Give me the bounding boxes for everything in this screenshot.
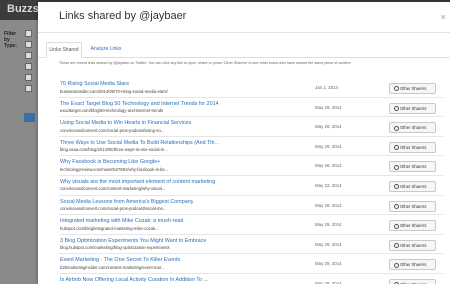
link-title[interactable]: 3 Blog Optimization Experiments You Migh… (60, 238, 206, 244)
filter-label: Filter by Type: (4, 31, 17, 49)
link-title[interactable]: Using Social Media to Win Hearts in Fina… (60, 120, 191, 126)
tab-links-shared[interactable]: Links Shared (46, 42, 82, 58)
search-icon (394, 105, 399, 111)
modal-tabs: Links Shared Analyze Links (38, 42, 450, 58)
search-icon (394, 164, 399, 170)
link-date: Jan 1, 2014 (315, 85, 338, 90)
link-date: May 29, 2014 (315, 241, 342, 247)
filter-checkbox[interactable] (25, 41, 32, 48)
link-date: May 29, 2014 (315, 202, 342, 208)
modal-header: Links shared by @jaybaer × (38, 2, 450, 33)
background-button[interactable] (24, 113, 35, 122)
link-url: convinceandconvert.com/social-pros-podca… (60, 206, 167, 212)
search-icon (394, 262, 399, 268)
link-title[interactable]: Event Marketing - The One Secret To Kill… (60, 257, 180, 263)
list-item: Why Facebook is Becoming Like Google+ tec… (59, 155, 443, 175)
close-icon[interactable]: × (441, 12, 446, 22)
search-icon (394, 223, 399, 229)
link-title[interactable]: The Exact Target Blog 50 Technology and … (60, 101, 219, 107)
other-sharers-button[interactable]: Other Sharers (389, 141, 436, 153)
other-sharers-label: Other Sharers (400, 203, 427, 209)
link-date: May 29, 2014 (315, 143, 342, 149)
link-url: b2bmarketinginsider.com/content-marketin… (60, 264, 165, 270)
link-url: technologyreview.com/news/527891/why-fac… (60, 166, 169, 172)
list-item: Using Social Media to Win Hearts in Fina… (59, 116, 443, 136)
other-sharers-label: Other Sharers (400, 223, 427, 229)
link-url: exacttarget.com/blog/50-technology-and-i… (60, 108, 164, 114)
search-icon (394, 125, 399, 131)
link-url: blog.hubspot.com/marketing/blog-optimiza… (60, 245, 170, 251)
other-sharers-label: Other Sharers (400, 183, 427, 189)
list-item: Three Ways to Use Social Media To Build … (59, 135, 443, 156)
link-title[interactable]: Why visuals are the most important eleme… (60, 179, 215, 185)
other-sharers-label: Other Sharers (400, 144, 427, 150)
other-sharers-button[interactable]: Other Sharers (389, 220, 436, 232)
link-title[interactable]: Social Media Lessons from America's Bigg… (60, 199, 193, 205)
search-icon (394, 184, 399, 190)
search-icon (394, 243, 399, 249)
other-sharers-button[interactable]: Other Sharers (389, 180, 436, 192)
link-title[interactable]: 70 Rising Social Media Stars (60, 81, 129, 87)
link-url: businessinsider.com/2014/06/70-rising-so… (60, 88, 168, 94)
other-sharers-label: Other Sharers (400, 86, 427, 91)
search-icon (394, 203, 399, 209)
list-item: The Exact Target Blog 50 Technology and … (59, 96, 443, 117)
other-sharers-label: Other Sharers (400, 164, 427, 170)
other-sharers-button[interactable]: Other Sharers (389, 239, 436, 251)
other-sharers-button[interactable]: Other Sharers (389, 278, 436, 284)
filter-checkbox[interactable] (25, 85, 32, 92)
other-sharers-label: Other Sharers (400, 242, 427, 248)
link-url: hubspot.com/blog/integrated-marketing-mi… (60, 225, 159, 231)
other-sharers-button[interactable]: Other Sharers (389, 200, 436, 212)
other-sharers-button[interactable]: Other Sharers (389, 122, 436, 134)
link-title[interactable]: Why Facebook is Becoming Like Google+ (60, 159, 160, 165)
link-title[interactable]: Integrated marketing with Mike Cozak: a … (60, 218, 183, 224)
link-title[interactable]: Three Ways to Use Social Media To Build … (60, 140, 219, 146)
link-date: May 29, 2014 (315, 104, 342, 110)
link-url: convinceandconvert.com/content-marketing… (60, 186, 166, 192)
modal-title: Links shared by @jaybaer (59, 10, 187, 22)
modal-description: These are recent links shared by @jaybae… (59, 61, 352, 65)
filter-checkbox[interactable] (25, 52, 32, 59)
link-date: May 29, 2014 (315, 222, 342, 228)
list-item: 70 Rising Social Media Stars businessinsi… (59, 78, 443, 97)
other-sharers-button[interactable]: Other Sharers (389, 102, 436, 114)
link-date: May 29, 2014 (315, 124, 342, 130)
other-sharers-button[interactable]: Other Sharers (389, 161, 436, 173)
other-sharers-button[interactable]: Other Sharers (389, 259, 436, 271)
other-sharers-label: Other Sharers (400, 262, 427, 268)
links-shared-modal: Links shared by @jaybaer × Links Shared … (38, 2, 450, 284)
list-item: 3 Blog Optimization Experiments You Migh… (59, 233, 443, 254)
other-sharers-button[interactable]: Other Sharers (389, 83, 436, 94)
search-icon (394, 86, 399, 92)
tab-analyze-links[interactable]: Analyze Links (88, 42, 124, 56)
link-title[interactable]: Is Airbnb Now Offering Local Activity Cu… (60, 277, 208, 283)
list-item: Event Marketing - The One Secret To Kill… (59, 253, 443, 273)
list-item: Social Media Lessons from America's Bigg… (59, 194, 443, 215)
link-date: May 22, 2014 (315, 182, 342, 188)
other-sharers-label: Other Sharers (400, 105, 427, 111)
filter-checkbox[interactable] (25, 74, 32, 81)
link-url: convinceandconvert.com/social-pros-podca… (60, 127, 165, 133)
filter-checkbox[interactable] (25, 63, 32, 70)
list-item: Why visuals are the most important eleme… (59, 174, 443, 195)
filter-checkbox[interactable] (25, 30, 32, 37)
search-icon (394, 145, 399, 151)
list-item: Is Airbnb Now Offering Local Activity Cu… (59, 272, 443, 284)
other-sharers-label: Other Sharers (400, 125, 427, 131)
list-item: Integrated marketing with Mike Cozak: a … (59, 214, 443, 234)
link-url: blog.usaa.com/blog/2014/05/three-ways-to… (60, 147, 168, 153)
link-date: May 26, 2014 (315, 163, 342, 169)
link-date: May 29, 2014 (315, 261, 342, 267)
links-list: 70 Rising Social Media Stars businessinsi… (59, 78, 443, 284)
